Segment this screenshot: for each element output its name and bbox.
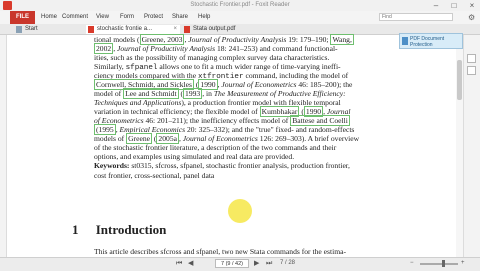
text-run: 46: 201–211); the inefficiency effects m… xyxy=(143,116,291,125)
text-run: 18: 241–253) and command functional- xyxy=(215,44,338,53)
text-run: variation in technical efficiency; the f… xyxy=(94,107,260,116)
text-run: 20: 325–332); and the "true" fixed- and … xyxy=(185,125,355,134)
intro-first-line: This article describes sfcross and sfpan… xyxy=(94,247,346,256)
keywords-text: st0315, sfcross, sfpanel, stochastic fro… xyxy=(129,161,350,170)
file-menu-button[interactable]: FILE xyxy=(10,11,35,24)
next-page-button[interactable]: ▶ xyxy=(254,257,259,270)
scrollbar-thumb[interactable] xyxy=(457,60,462,100)
close-window-button[interactable]: × xyxy=(464,0,480,11)
menu-protect[interactable]: Protect xyxy=(144,11,163,24)
zoom-slider[interactable] xyxy=(420,263,458,265)
text-run: model of xyxy=(94,89,124,98)
page-status: 7 / 28 xyxy=(280,260,296,266)
sidebar-tool-icon[interactable] xyxy=(467,66,476,75)
text-run: allows one to fit a much wider range of … xyxy=(157,62,341,71)
prev-page-button[interactable]: ◀ xyxy=(188,257,193,270)
close-tab-icon[interactable]: × xyxy=(173,25,177,34)
pdf-file-icon xyxy=(88,26,94,33)
notification-line2: Protection xyxy=(410,42,433,48)
text-run: , in xyxy=(202,89,214,98)
text-run: command, including the model of xyxy=(243,71,349,80)
tab-label: stochastic frontie a... xyxy=(97,26,153,32)
tab-stochastic-frontier[interactable]: stochastic frontie a... × xyxy=(86,25,180,34)
section-title: Introduction xyxy=(95,222,167,237)
sidebar-tool-icon[interactable] xyxy=(467,54,476,63)
text-run: 19: 179–190; xyxy=(286,35,331,44)
text-run: Journal of Productivity Analysis xyxy=(188,35,287,44)
section-number: 1 xyxy=(72,222,79,237)
text-run: of the stochastic frontier literature, a… xyxy=(94,143,337,152)
tab-start[interactable]: Start xyxy=(14,25,84,34)
keywords-line-2: cost frontier, cross-sectional, panel da… xyxy=(94,171,215,180)
menu-view[interactable]: View xyxy=(96,11,109,24)
zoom-out-button[interactable]: − xyxy=(410,257,414,270)
last-page-button[interactable]: ⏭ xyxy=(266,257,272,270)
menu-home[interactable]: Home xyxy=(41,11,57,24)
page-number-field[interactable]: 7 (9 / 42) xyxy=(215,259,249,268)
keywords-label: Keywords: xyxy=(94,161,130,170)
mouse-cursor-highlight xyxy=(228,199,252,223)
menu-form[interactable]: Form xyxy=(120,11,134,24)
tab-stata-output[interactable]: Stata output.pdf xyxy=(182,25,262,34)
first-page-button[interactable]: ⏮ xyxy=(176,257,182,270)
maximize-button[interactable]: □ xyxy=(446,0,462,11)
zoom-in-button[interactable]: + xyxy=(461,257,465,270)
window-title: Stochastic Frontier.pdf - Foxit Reader xyxy=(190,2,290,8)
section-heading: 1 Introduction xyxy=(72,222,166,238)
menu-share[interactable]: Share xyxy=(172,11,188,24)
text-run: models of xyxy=(94,134,127,143)
title-bar: Stochastic Frontier.pdf - Foxit Reader –… xyxy=(0,0,480,11)
zoom-slider-handle[interactable] xyxy=(442,260,445,267)
tab-label: Stata output.pdf xyxy=(193,26,236,32)
tab-label: Start xyxy=(25,26,38,32)
text-run: Journal of Econometrics xyxy=(221,80,297,89)
settings-gear-icon[interactable]: ⚙ xyxy=(468,11,475,24)
text-run: ities, such as the possibility of managi… xyxy=(94,53,330,62)
text-run: 126: 269–303). A brief overview xyxy=(257,134,360,143)
home-tab-icon xyxy=(16,26,22,33)
text-run: Techniques and Applications xyxy=(94,98,182,107)
text-run: 46: 185–200); the xyxy=(296,80,353,89)
text-run: Similarly, xyxy=(94,62,126,71)
text-run: Journal of Econometrics xyxy=(182,134,258,143)
keywords-line: Keywords: st0315, sfcross, sfpanel, stoc… xyxy=(94,161,412,171)
document-page: tional models (Greene, 2003, Journal of … xyxy=(64,34,394,257)
left-navigation-panel[interactable] xyxy=(0,35,7,257)
find-input[interactable] xyxy=(379,13,453,21)
menu-help[interactable]: Help xyxy=(198,11,210,24)
text-run: options, and examples using simulated an… xyxy=(94,152,295,161)
minimize-button[interactable]: – xyxy=(428,0,444,11)
menu-comment[interactable]: Comment xyxy=(62,11,88,24)
pdf-file-icon xyxy=(184,26,190,33)
text-run: The Measurement of Productive Efficiency… xyxy=(213,89,346,98)
text-run: Journal of Productivity Analysis xyxy=(116,44,216,53)
